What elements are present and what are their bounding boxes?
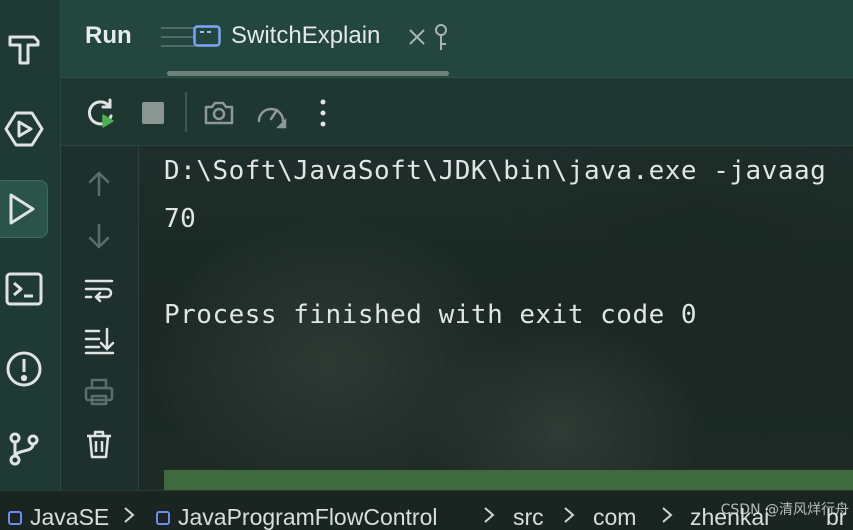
terminal-icon[interactable] — [0, 260, 48, 318]
tab-selected-indicator — [167, 71, 449, 76]
breadcrumb-item[interactable]: com — [593, 504, 636, 530]
soft-wrap-icon[interactable] — [81, 272, 117, 308]
module-icon — [8, 510, 22, 525]
watermark: CSDN @清风烊行舟 — [720, 502, 849, 518]
console-line: Process finished with exit code 0 — [164, 300, 698, 330]
toolbar-separator — [185, 92, 187, 132]
breadcrumb-item[interactable]: src — [513, 504, 544, 530]
console-output[interactable]: D:\Soft\JavaSoft\JDK\bin\java.exe -javaa… — [139, 146, 853, 490]
chevron-right-icon — [662, 507, 673, 523]
services-icon[interactable] — [0, 100, 48, 158]
console-line: 70 — [164, 204, 197, 234]
module-icon — [156, 510, 170, 525]
chevron-right-icon — [564, 507, 575, 523]
tab-label: SwitchExplain — [231, 22, 381, 49]
more-icon[interactable] — [305, 95, 341, 131]
run-toolbar — [61, 78, 853, 146]
pin-icon[interactable] — [433, 22, 449, 52]
stop-icon[interactable] — [135, 95, 171, 131]
horizontal-scrollbar[interactable] — [164, 470, 853, 490]
run-config-icon — [193, 25, 221, 47]
chevron-right-icon — [124, 507, 135, 523]
breadcrumb-label: src — [513, 504, 544, 530]
screenshot-icon[interactable] — [201, 95, 237, 131]
navigation-bar: JavaSE JavaProgramFlowControl src com zh… — [0, 490, 853, 530]
problems-icon[interactable] — [0, 340, 48, 398]
console-gutter — [61, 146, 139, 490]
tool-window-title: Run — [85, 22, 132, 49]
tool-window-header: Run SwitchExplain — [61, 0, 853, 78]
rerun-icon[interactable] — [83, 95, 119, 131]
scroll-down-icon[interactable] — [81, 218, 117, 254]
console-line: D:\Soft\JavaSoft\JDK\bin\java.exe -javaa… — [164, 156, 827, 186]
chevron-right-icon — [484, 507, 495, 523]
breadcrumb-label: JavaProgramFlowControl — [178, 504, 438, 530]
breadcrumb-item[interactable]: JavaProgramFlowControl — [156, 504, 437, 530]
print-icon[interactable] — [81, 374, 117, 410]
breadcrumb-label: com — [593, 504, 637, 530]
breadcrumb-item[interactable]: JavaSE — [8, 504, 109, 530]
scroll-to-end-icon[interactable] — [81, 322, 117, 358]
git-icon[interactable] — [0, 420, 48, 478]
activity-bar — [0, 0, 61, 490]
profiler-icon[interactable] — [253, 95, 289, 131]
clear-icon[interactable] — [81, 426, 117, 462]
run-icon[interactable] — [0, 180, 48, 238]
scroll-up-icon[interactable] — [81, 166, 117, 202]
build-hammer-icon[interactable] — [0, 20, 48, 78]
breadcrumb-label: JavaSE — [30, 504, 110, 530]
close-icon[interactable] — [407, 27, 427, 47]
